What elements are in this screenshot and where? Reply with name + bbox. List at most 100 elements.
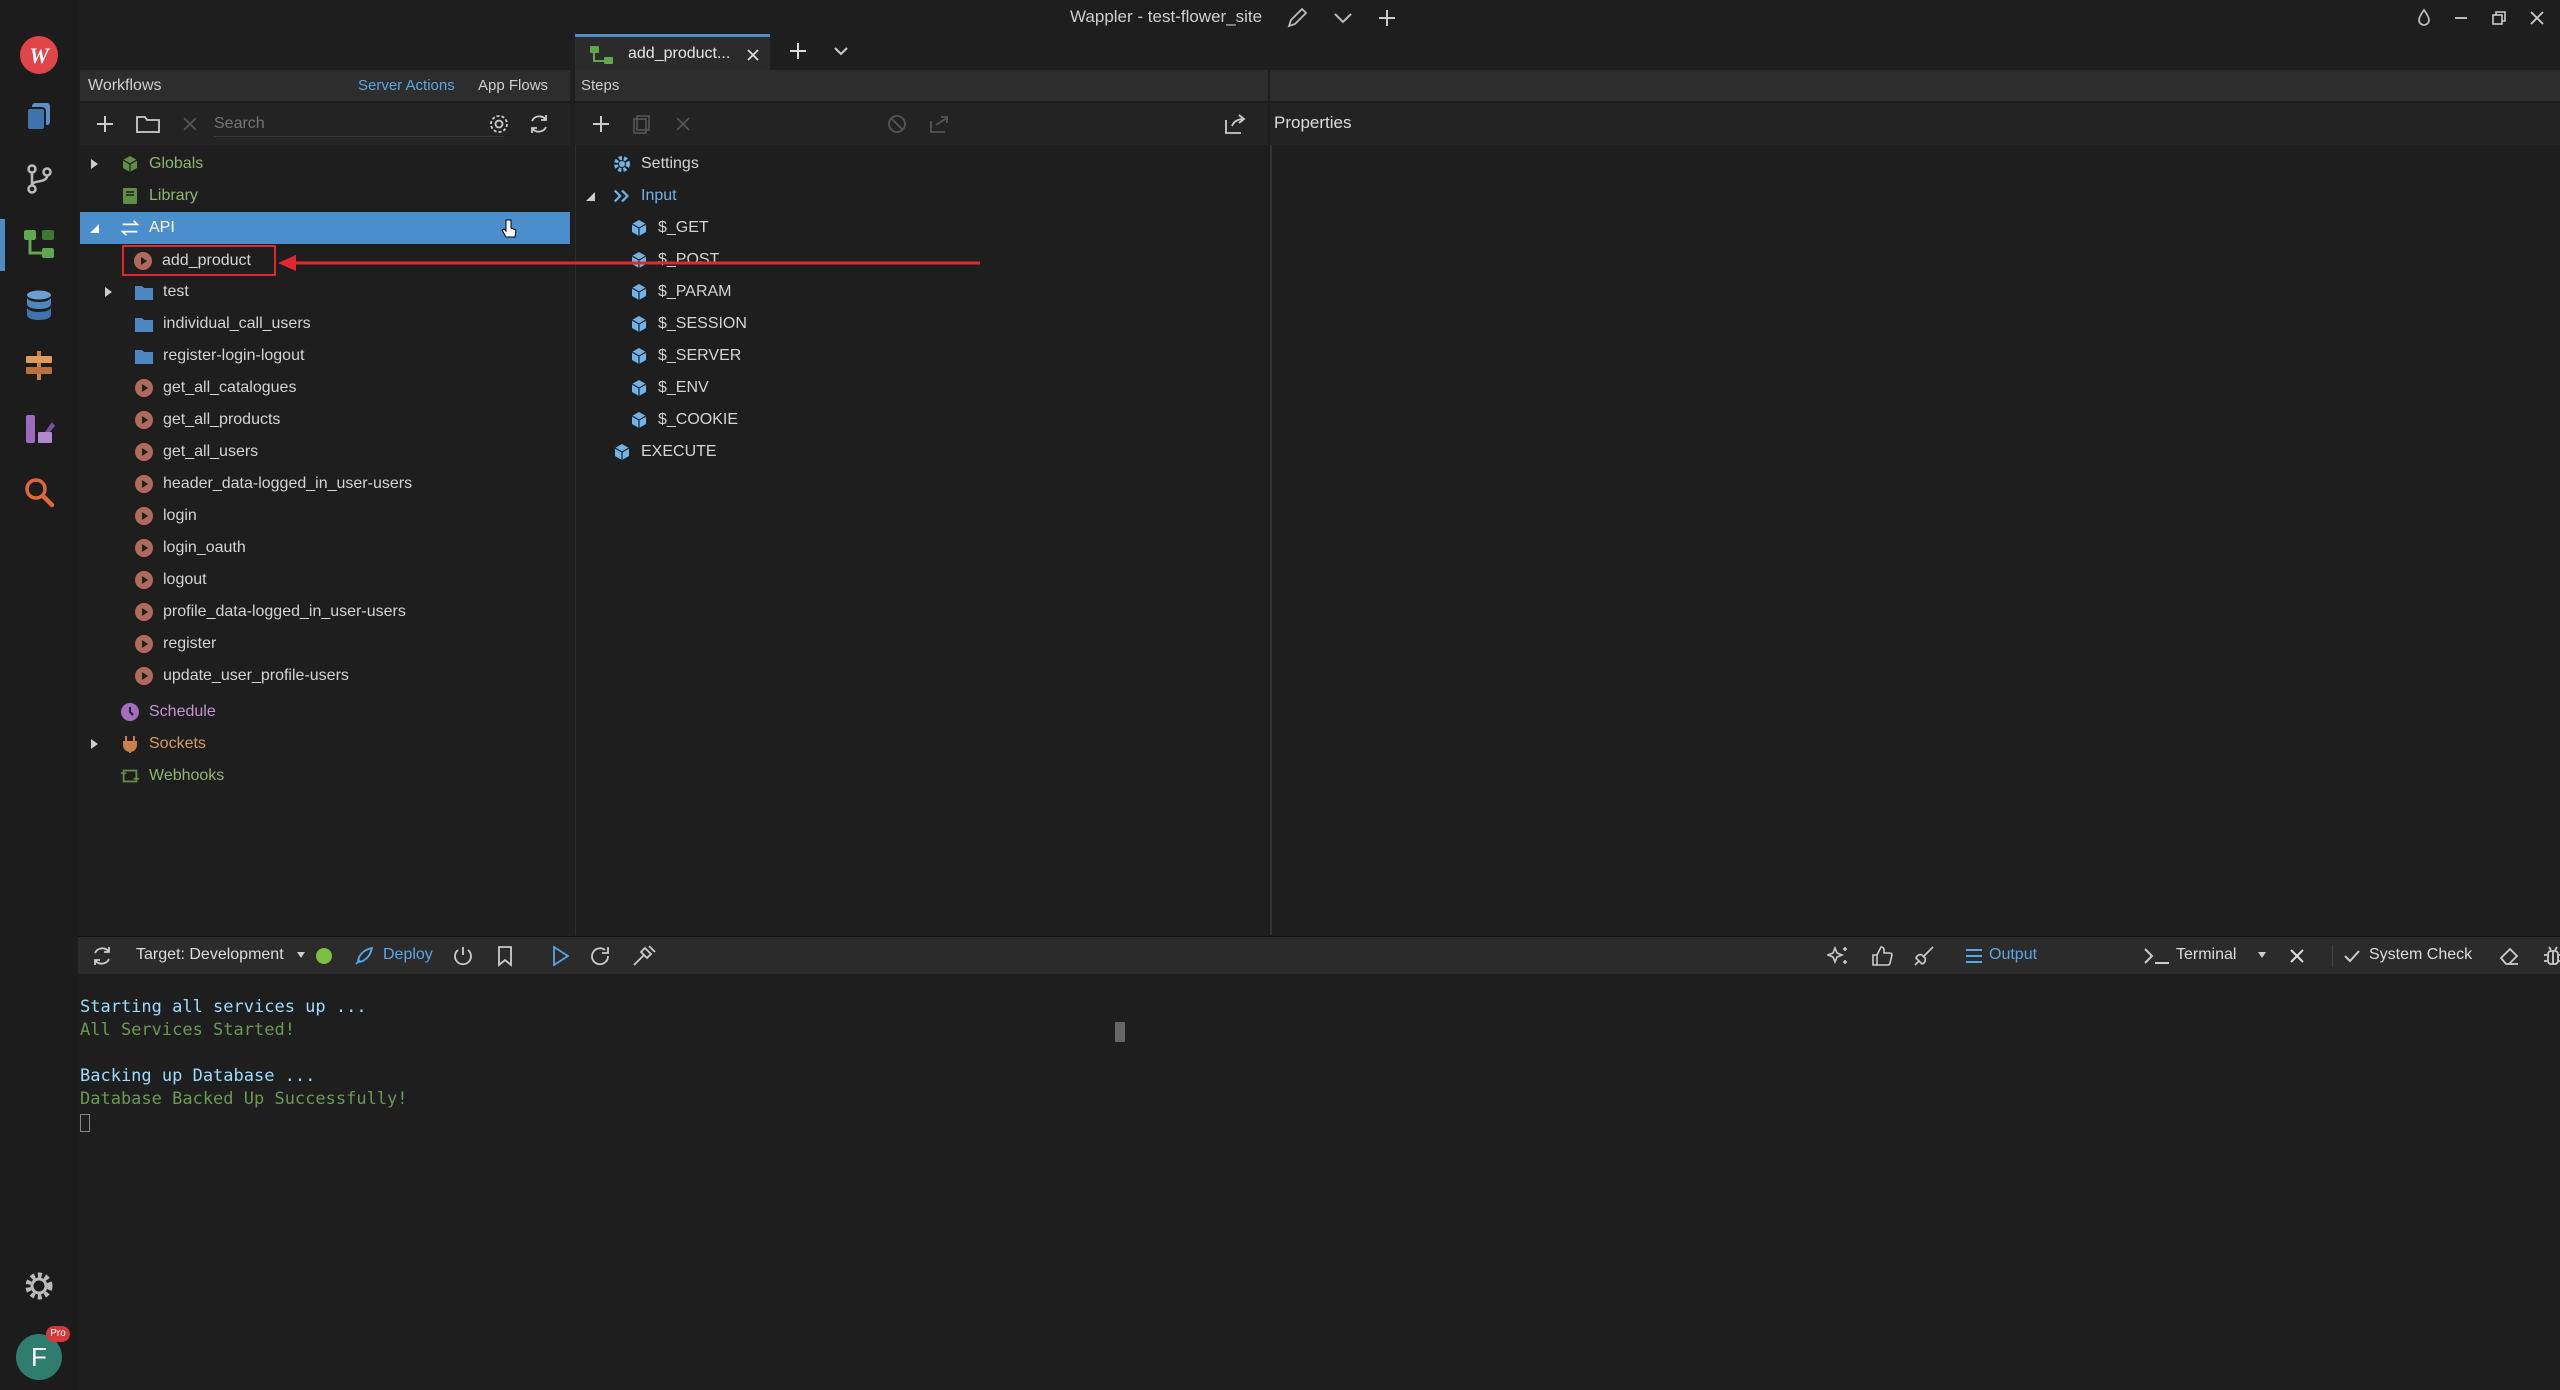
- tab-list-chevron-icon[interactable]: [832, 43, 850, 59]
- gear-icon[interactable]: [488, 113, 510, 135]
- add-step-icon[interactable]: [590, 113, 612, 135]
- export-icon[interactable]: [928, 113, 950, 135]
- power-icon[interactable]: [451, 944, 475, 968]
- terminal-prompt-icon[interactable]: [2143, 946, 2171, 966]
- delete-step-icon[interactable]: [674, 115, 692, 133]
- tree-item-server-action[interactable]: login_oauth: [80, 532, 570, 564]
- bookmark-icon[interactable]: [494, 944, 516, 968]
- tree-item-add-product[interactable]: add_product: [122, 245, 276, 276]
- sync-icon[interactable]: [90, 944, 114, 968]
- tab-add-product[interactable]: add_product...: [575, 34, 770, 70]
- tree-item-webhooks[interactable]: Webhooks: [80, 760, 570, 792]
- share-properties-icon[interactable]: [1222, 111, 1248, 137]
- step-input[interactable]: Input: [576, 180, 677, 212]
- tree-item-library[interactable]: Library: [80, 180, 570, 212]
- close-tab-icon[interactable]: [745, 47, 761, 63]
- target-select[interactable]: Target: Development: [136, 946, 284, 964]
- add-action-icon[interactable]: [94, 113, 116, 135]
- cube-icon: [629, 378, 649, 398]
- terminal-dropdown-icon[interactable]: [2257, 951, 2267, 959]
- tree-label: get_all_users: [163, 443, 259, 460]
- new-folder-icon[interactable]: [135, 113, 161, 135]
- tree-item-register-login-logout[interactable]: register-login-logout: [80, 340, 570, 372]
- step-input-var[interactable]: $_PARAM: [576, 276, 732, 308]
- step-input-var[interactable]: $_ENV: [576, 372, 709, 404]
- caret-right-icon[interactable]: [88, 158, 100, 170]
- thumbs-up-icon[interactable]: [1870, 944, 1894, 968]
- tree-item-test[interactable]: test: [80, 276, 570, 308]
- tree-item-schedule[interactable]: Schedule: [80, 696, 570, 728]
- close-terminal-icon[interactable]: [2288, 947, 2306, 965]
- refresh-icon[interactable]: [527, 112, 551, 136]
- step-input-var[interactable]: $_COOKIE: [576, 404, 738, 436]
- server-actions-link[interactable]: Server Actions: [358, 77, 455, 94]
- close-window-icon[interactable]: [2525, 6, 2549, 30]
- ai-sparkle-icon[interactable]: [1827, 944, 1851, 968]
- tree-item-server-action[interactable]: register: [80, 628, 570, 660]
- cube-icon: [612, 442, 632, 462]
- search-icon[interactable]: [15, 468, 63, 516]
- tree-item-server-action[interactable]: get_all_users: [80, 436, 570, 468]
- tree-item-api[interactable]: API: [80, 212, 570, 244]
- wappler-logo-icon[interactable]: W: [15, 31, 63, 79]
- pages-icon[interactable]: [15, 92, 63, 140]
- terminal-tab[interactable]: Terminal: [2176, 946, 2236, 964]
- tree-item-server-action[interactable]: update_user_profile-users: [80, 660, 570, 692]
- tree-item-server-action[interactable]: profile_data-logged_in_user-users: [80, 596, 570, 628]
- scroll-thumb[interactable]: [1115, 1022, 1125, 1042]
- tree-label: register-login-logout: [163, 347, 305, 364]
- tree-item-server-action[interactable]: login: [80, 500, 570, 532]
- app-flows-link[interactable]: App Flows: [478, 77, 548, 94]
- step-input-var[interactable]: $_SESSION: [576, 308, 747, 340]
- search-input[interactable]: [214, 111, 504, 137]
- settings-gear-icon[interactable]: [15, 1262, 63, 1310]
- console-cursor: [80, 1114, 90, 1132]
- new-tab-icon[interactable]: [787, 40, 809, 62]
- caret-down-icon[interactable]: [88, 222, 100, 234]
- resources-icon[interactable]: [15, 405, 63, 453]
- routing-icon[interactable]: [15, 341, 63, 389]
- build-tools-icon[interactable]: [631, 944, 657, 968]
- tree-item-server-action[interactable]: get_all_products: [80, 404, 570, 436]
- git-icon[interactable]: [15, 155, 63, 203]
- tab-label: add_product...: [628, 45, 731, 62]
- target-dropdown-icon[interactable]: [296, 951, 306, 959]
- server-action-play-icon: [134, 570, 154, 590]
- restart-icon[interactable]: [588, 944, 612, 968]
- broom-icon[interactable]: [1912, 944, 1936, 968]
- caret-down-icon[interactable]: [584, 190, 596, 202]
- database-icon[interactable]: [15, 282, 63, 330]
- deploy-rocket-icon[interactable]: [353, 945, 375, 967]
- output-console[interactable]: Starting all services up ... All Service…: [78, 975, 2560, 1390]
- step-input-var[interactable]: $_GET: [576, 212, 709, 244]
- bug-icon[interactable]: [2541, 944, 2560, 968]
- step-execute[interactable]: EXECUTE: [576, 436, 717, 468]
- tree-item-individual-call-users[interactable]: individual_call_users: [80, 308, 570, 340]
- run-play-icon[interactable]: [548, 944, 572, 968]
- tree-item-server-action[interactable]: get_all_catalogues: [80, 372, 570, 404]
- tree-item-globals[interactable]: Globals: [80, 148, 570, 180]
- system-check-button[interactable]: System Check: [2369, 946, 2472, 964]
- tree-item-server-action[interactable]: logout: [80, 564, 570, 596]
- tree-item-server-action[interactable]: header_data-logged_in_user-users: [80, 468, 570, 500]
- deploy-button[interactable]: Deploy: [383, 946, 433, 964]
- eraser-icon[interactable]: [2498, 944, 2522, 968]
- copy-icon[interactable]: [631, 113, 653, 135]
- output-tab[interactable]: Output: [1989, 946, 2037, 964]
- step-label: $_ENV: [658, 379, 709, 396]
- caret-right-icon[interactable]: [88, 738, 100, 750]
- delete-icon[interactable]: [181, 115, 199, 133]
- workflows-icon[interactable]: [15, 220, 63, 268]
- minimize-icon[interactable]: [2449, 6, 2473, 30]
- step-settings[interactable]: Settings: [576, 148, 699, 180]
- step-input-var[interactable]: $_SERVER: [576, 340, 741, 372]
- tree-item-sockets[interactable]: Sockets: [80, 728, 570, 760]
- theme-drop-icon[interactable]: [2412, 6, 2436, 30]
- caret-right-icon[interactable]: [102, 286, 114, 298]
- edit-pencil-icon[interactable]: [1285, 6, 1309, 30]
- add-project-icon[interactable]: [1375, 6, 1399, 30]
- restore-icon[interactable]: [2487, 6, 2511, 30]
- chevron-down-icon[interactable]: [1331, 6, 1355, 30]
- disable-icon[interactable]: [886, 113, 908, 135]
- output-lines-icon[interactable]: [1964, 946, 1984, 966]
